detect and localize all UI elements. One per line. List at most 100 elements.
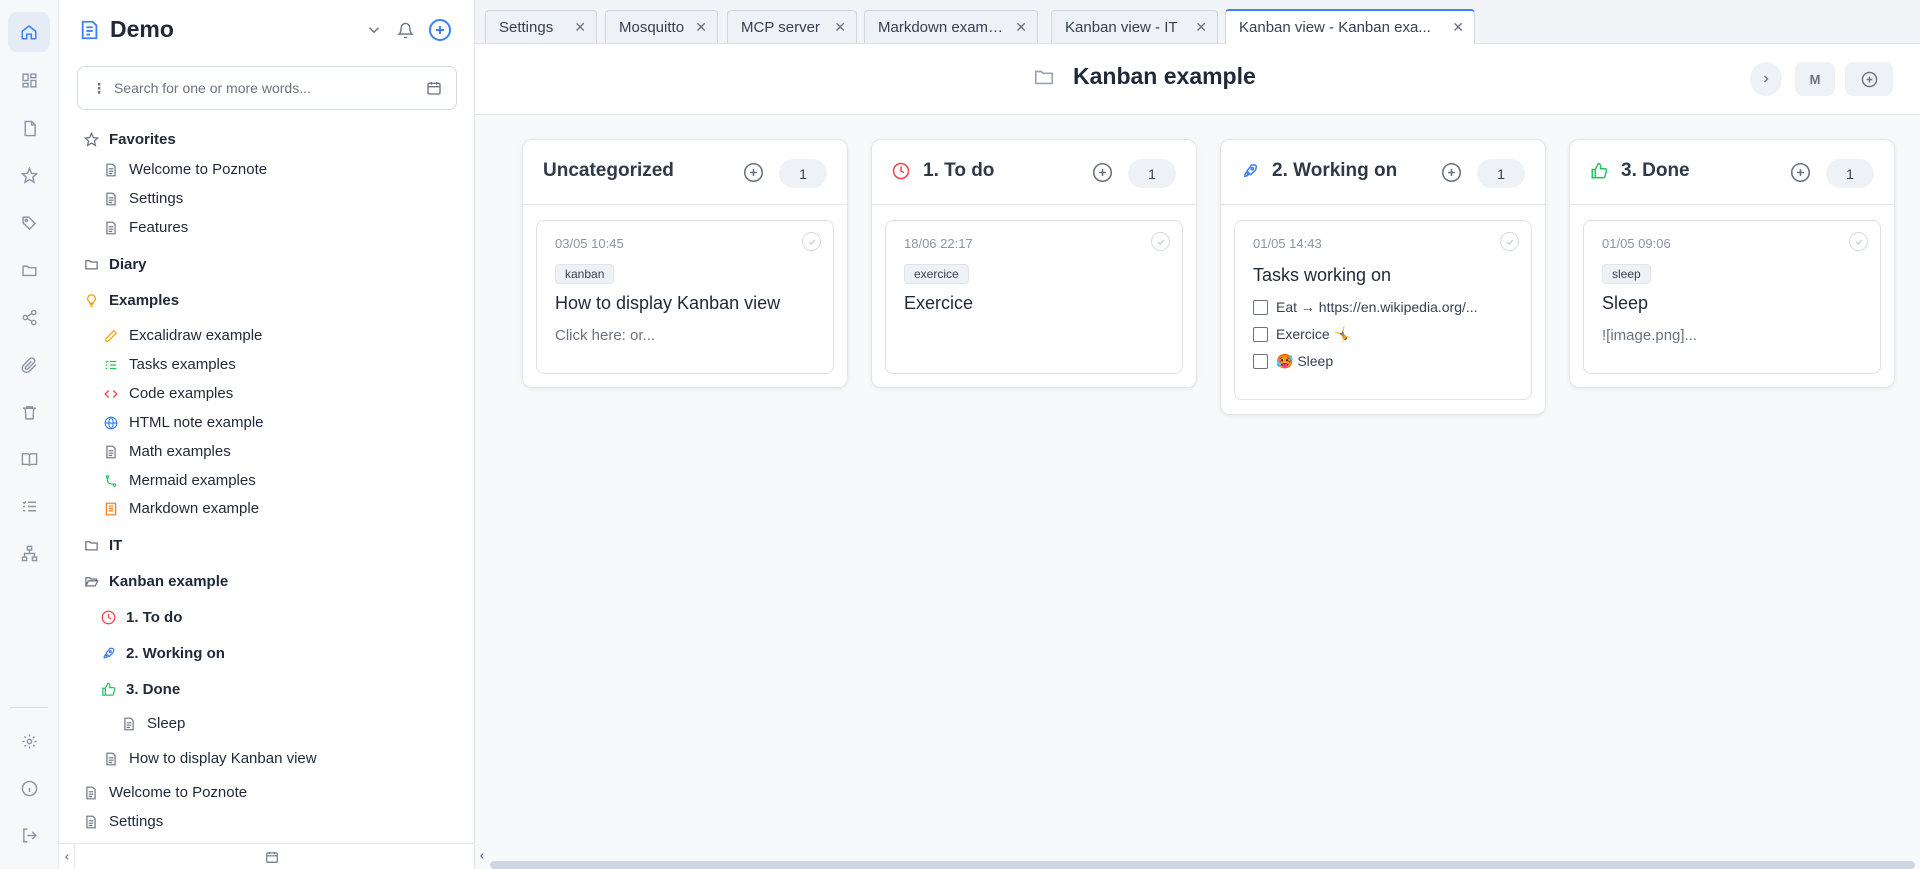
sidebar-item-note[interactable]: Math examples [103, 443, 231, 460]
add-card-icon[interactable] [1790, 162, 1811, 183]
check-circle-icon[interactable] [1151, 232, 1170, 251]
book-icon[interactable] [8, 439, 50, 479]
sidebar-folder-diary[interactable]: Diary [83, 256, 147, 273]
card-tag[interactable]: sleep [1602, 264, 1651, 284]
close-icon[interactable]: ✕ [834, 19, 846, 36]
share-icon[interactable] [8, 297, 50, 337]
check-circle-icon[interactable] [1849, 232, 1868, 251]
sidebar-item-note[interactable]: How to display Kanban view [103, 750, 317, 767]
horizontal-scrollbar[interactable] [490, 861, 1915, 869]
sidebar-item-note[interactable]: Mermaid examples [103, 472, 256, 489]
close-icon[interactable]: ✕ [1452, 19, 1464, 36]
add-button[interactable] [1845, 62, 1893, 96]
star-icon[interactable] [8, 155, 50, 195]
sidebar-item-note[interactable]: Code examples [103, 385, 233, 402]
kanban-card[interactable]: 03/05 10:45 kanban How to display Kanban… [536, 220, 834, 374]
notes-icon[interactable] [8, 108, 50, 148]
logo-icon [79, 19, 101, 41]
sidebar-item-note[interactable]: Tasks examples [103, 356, 236, 373]
card-snippet: ![image.png]... [1602, 327, 1698, 344]
sidebar-item-note[interactable]: Settings [103, 190, 183, 207]
sidebar-item-note[interactable]: Excalidraw example [103, 327, 262, 344]
home-icon[interactable] [8, 12, 50, 52]
add-card-icon[interactable] [1441, 162, 1462, 183]
task-item[interactable]: 🥵 Sleep [1253, 353, 1333, 370]
star-icon [83, 132, 99, 148]
column-header: Uncategorized 1 [523, 140, 847, 205]
info-icon[interactable] [8, 768, 50, 808]
sidebar-folder-kanban[interactable]: Kanban example [83, 573, 228, 590]
chevron-down-icon[interactable] [365, 21, 383, 39]
column-title-text: 3. Done [1621, 160, 1690, 181]
tab-settings[interactable]: Settings ✕ [485, 10, 597, 43]
collapse-sidebar-icon[interactable] [59, 843, 75, 869]
sitemap-icon[interactable] [8, 533, 50, 573]
tab-mosquitto[interactable]: Mosquitto ✕ [605, 10, 718, 43]
close-icon[interactable]: ✕ [1015, 19, 1027, 36]
sidebar-item-label: Kanban example [109, 573, 229, 590]
logout-icon[interactable] [8, 815, 50, 855]
tab-markdown-example[interactable]: Markdown example ✕ [864, 10, 1038, 43]
close-icon[interactable]: ✕ [695, 19, 707, 36]
close-icon[interactable]: ✕ [1195, 19, 1207, 36]
card-tag[interactable]: exercice [904, 264, 969, 284]
column-count-badge: 1 [779, 159, 827, 188]
sidebar-item-note[interactable]: Markdown example [103, 500, 259, 517]
sidebar-item-note[interactable]: HTML note example [103, 414, 264, 431]
card-tag[interactable]: kanban [555, 264, 615, 284]
calendar-icon[interactable] [265, 850, 279, 864]
add-card-icon[interactable] [1092, 162, 1113, 183]
task-checkbox[interactable] [1253, 327, 1268, 342]
checklist-icon[interactable] [8, 486, 50, 526]
rocket-icon [100, 646, 116, 662]
tab-mcp-server[interactable]: MCP server ✕ [727, 10, 857, 43]
task-checkbox[interactable] [1253, 299, 1268, 315]
search-input[interactable] [114, 80, 426, 96]
sidebar-item-note[interactable]: Sleep [121, 715, 185, 732]
document-icon [103, 191, 119, 207]
gear-icon[interactable] [8, 721, 50, 761]
kanban-card[interactable]: 01/05 14:43 Tasks working on Eat → https… [1234, 220, 1532, 400]
chevron-left-icon[interactable] [475, 843, 489, 869]
sidebar-item-note[interactable]: Settings [83, 813, 163, 830]
sidebar-item-label: Examples [109, 292, 180, 309]
sidebar-folder-working[interactable]: 2. Working on [100, 645, 225, 662]
tab-kanban-it[interactable]: Kanban view - IT ✕ [1051, 10, 1218, 43]
kanban-column-uncategorized: Uncategorized 1 03/05 10:45 kanban How t… [522, 139, 848, 388]
tag-icon[interactable] [8, 203, 50, 243]
sidebar-footer [59, 843, 475, 869]
task-checkbox[interactable] [1253, 354, 1268, 369]
sidebar-item-label: IT [109, 537, 123, 554]
task-item[interactable]: Eat → https://en.wikipedia.org/... [1253, 299, 1478, 315]
document-icon [83, 785, 99, 801]
close-icon[interactable]: ✕ [574, 19, 586, 36]
more-options-icon[interactable]: ⋮ [92, 80, 106, 97]
trash-icon[interactable] [8, 392, 50, 432]
user-avatar-button[interactable]: M [1795, 62, 1835, 96]
sidebar-folder-done[interactable]: 3. Done [100, 681, 180, 698]
folder-icon[interactable] [8, 250, 50, 290]
add-card-icon[interactable] [743, 162, 764, 183]
sidebar-folder-examples[interactable]: Examples [83, 292, 179, 309]
attachment-icon[interactable] [8, 345, 50, 385]
next-button[interactable] [1750, 62, 1782, 96]
card-date: 01/05 09:06 [1602, 236, 1671, 251]
kanban-card[interactable]: 18/06 22:17 exercice Exercice [885, 220, 1183, 374]
sidebar-item-note[interactable]: Welcome to Poznote [103, 161, 267, 178]
avatar-initial: M [1809, 71, 1821, 87]
tab-kanban-example[interactable]: Kanban view - Kanban exa... ✕ [1225, 9, 1475, 44]
task-item[interactable]: Exercice 🤸 [1253, 326, 1351, 343]
dashboard-icon[interactable] [8, 60, 50, 100]
sidebar-item-favorites[interactable]: Favorites [83, 131, 176, 148]
sidebar-item-note[interactable]: Welcome to Poznote [83, 784, 247, 801]
sidebar-item-note[interactable]: Features [103, 219, 188, 236]
check-circle-icon[interactable] [1500, 232, 1519, 251]
icon-rail [0, 0, 59, 869]
bell-icon[interactable] [397, 22, 414, 39]
kanban-card[interactable]: 01/05 09:06 sleep Sleep ![image.png]... [1583, 220, 1881, 374]
check-circle-icon[interactable] [802, 232, 821, 251]
add-note-icon[interactable] [428, 18, 452, 42]
sidebar-folder-it[interactable]: IT [83, 537, 122, 554]
sidebar-folder-todo[interactable]: 1. To do [100, 609, 182, 626]
calendar-icon[interactable] [426, 80, 442, 96]
